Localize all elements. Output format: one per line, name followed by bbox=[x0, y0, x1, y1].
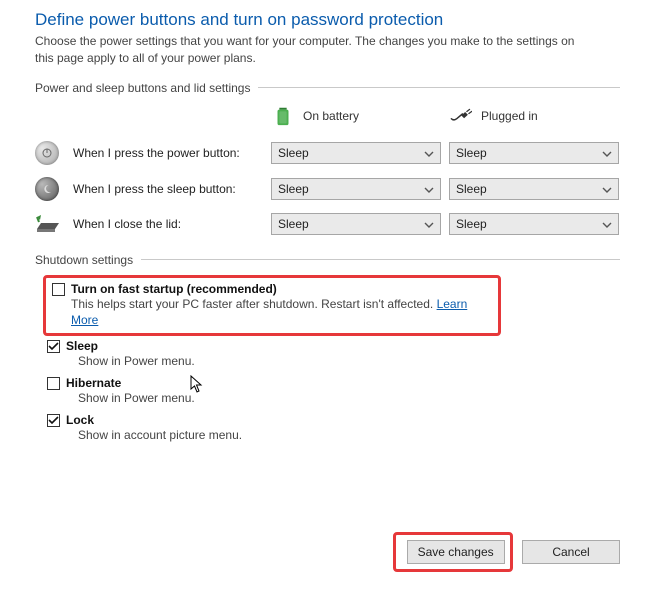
save-changes-highlight: Save changes bbox=[393, 532, 513, 572]
select-value: Sleep bbox=[278, 182, 309, 196]
lock-desc: Show in account picture menu. bbox=[47, 427, 620, 444]
sleep-label: Sleep bbox=[66, 339, 98, 353]
page-intro: Choose the power settings that you want … bbox=[35, 33, 575, 67]
select-value: Sleep bbox=[456, 182, 487, 196]
sleep-button-plugged-select[interactable]: Sleep bbox=[449, 178, 619, 200]
hibernate-label: Hibernate bbox=[66, 376, 121, 390]
power-button-icon bbox=[35, 141, 59, 165]
close-lid-row-label: When I close the lid: bbox=[73, 217, 263, 231]
fast-startup-highlight: Turn on fast startup (recommended) This … bbox=[43, 275, 501, 337]
fast-startup-desc: This helps start your PC faster after sh… bbox=[71, 297, 437, 311]
sleep-button-battery-select[interactable]: Sleep bbox=[271, 178, 441, 200]
chevron-down-icon bbox=[602, 184, 612, 194]
plug-icon bbox=[449, 104, 473, 128]
select-value: Sleep bbox=[456, 217, 487, 231]
select-value: Sleep bbox=[278, 146, 309, 160]
power-button-plugged-select[interactable]: Sleep bbox=[449, 142, 619, 164]
lock-label: Lock bbox=[66, 413, 94, 427]
sleep-checkbox[interactable] bbox=[47, 340, 60, 353]
sleep-desc: Show in Power menu. bbox=[47, 353, 620, 370]
chevron-down-icon bbox=[602, 148, 612, 158]
divider bbox=[141, 259, 620, 260]
save-changes-button[interactable]: Save changes bbox=[407, 540, 505, 564]
on-battery-label: On battery bbox=[303, 109, 359, 123]
close-lid-icon bbox=[35, 213, 61, 235]
close-lid-battery-select[interactable]: Sleep bbox=[271, 213, 441, 235]
power-button-battery-select[interactable]: Sleep bbox=[271, 142, 441, 164]
lock-checkbox[interactable] bbox=[47, 414, 60, 427]
hibernate-checkbox[interactable] bbox=[47, 377, 60, 390]
buttons-section-header: Power and sleep buttons and lid settings bbox=[35, 81, 620, 95]
sleep-button-icon bbox=[35, 177, 59, 201]
hibernate-desc: Show in Power menu. bbox=[47, 390, 620, 407]
select-value: Sleep bbox=[278, 217, 309, 231]
plugged-in-column-header: Plugged in bbox=[449, 103, 619, 129]
page-title: Define power buttons and turn on passwor… bbox=[35, 10, 620, 30]
chevron-down-icon bbox=[602, 219, 612, 229]
battery-icon bbox=[271, 104, 295, 128]
on-battery-column-header: On battery bbox=[271, 103, 441, 129]
chevron-down-icon bbox=[424, 219, 434, 229]
shutdown-section-header: Shutdown settings bbox=[35, 253, 620, 267]
plugged-in-label: Plugged in bbox=[481, 109, 538, 123]
shutdown-section-title: Shutdown settings bbox=[35, 253, 133, 267]
cursor-icon bbox=[190, 375, 204, 395]
chevron-down-icon bbox=[424, 184, 434, 194]
select-value: Sleep bbox=[456, 146, 487, 160]
sleep-button-row-label: When I press the sleep button: bbox=[73, 182, 263, 196]
fast-startup-label: Turn on fast startup (recommended) bbox=[71, 282, 277, 296]
fast-startup-checkbox[interactable] bbox=[52, 283, 65, 296]
cancel-button[interactable]: Cancel bbox=[522, 540, 620, 564]
divider bbox=[258, 87, 620, 88]
buttons-section-title: Power and sleep buttons and lid settings bbox=[35, 81, 250, 95]
close-lid-plugged-select[interactable]: Sleep bbox=[449, 213, 619, 235]
power-button-row-label: When I press the power button: bbox=[73, 146, 263, 160]
chevron-down-icon bbox=[424, 148, 434, 158]
